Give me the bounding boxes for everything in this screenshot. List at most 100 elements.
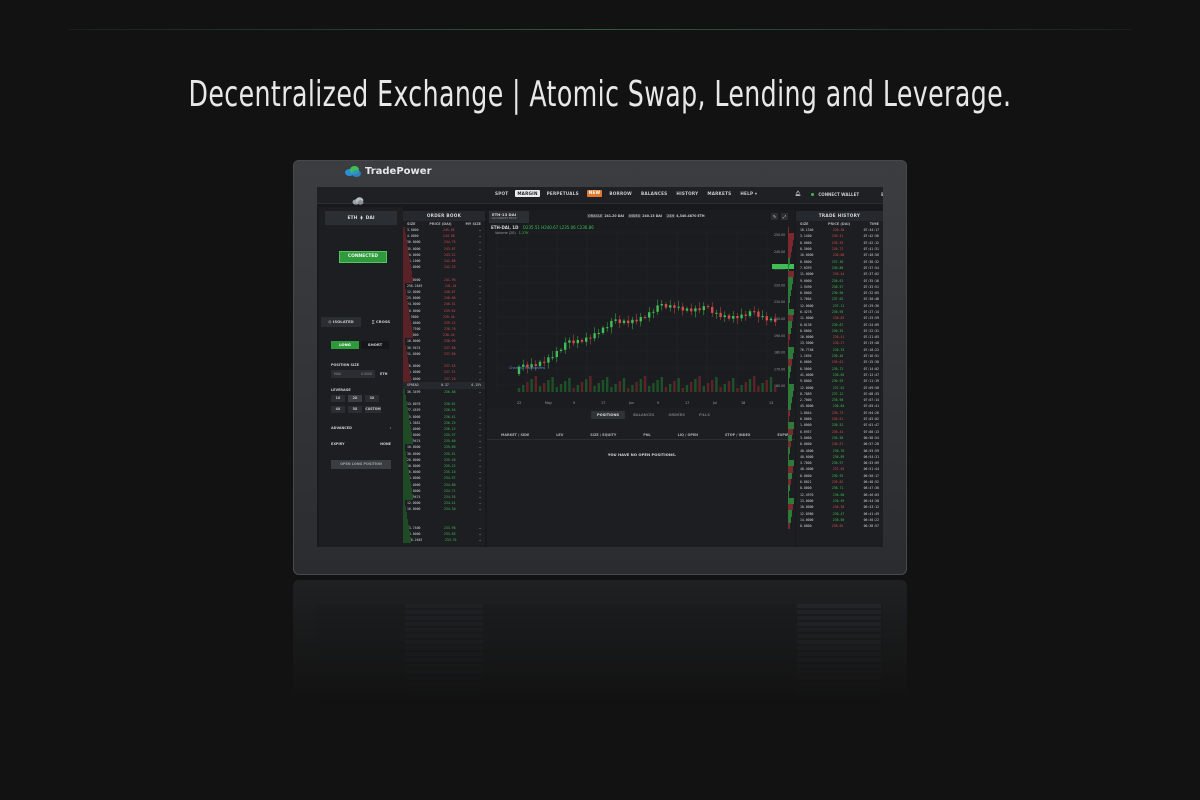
chart-legend: ETH-DAI, 1D O235.51 H240.67 L235.06 C236… (491, 225, 594, 230)
order-price: 237.88 (444, 345, 456, 350)
order-size: 10.0000 (407, 308, 421, 313)
trade-time: 07:42:56 (863, 234, 879, 239)
trade-price: 237.12 (831, 391, 844, 396)
wallet-status-dot (811, 192, 815, 196)
trade-size: 6.0000 (800, 417, 812, 422)
new-badge: NEW (586, 190, 603, 197)
trade-price: 236.71 (831, 486, 844, 491)
leverage-option-2x[interactable]: 2X (348, 395, 362, 402)
candle-body (585, 337, 588, 342)
order-my-size: — (479, 277, 481, 282)
nav-item-borrow[interactable]: BORROW (607, 190, 634, 197)
candle-body (551, 357, 554, 359)
trade-size: 13.5000 (800, 341, 814, 346)
connect-wallet-button[interactable]: CONNECT WALLET (818, 192, 859, 197)
trade-price: 237.02 (831, 297, 844, 302)
leverage-option-3x[interactable]: 3X (365, 395, 379, 402)
order-my-size: — (479, 364, 481, 369)
order-size: 10.0000 (407, 507, 421, 512)
language-selector[interactable]: EN (881, 192, 883, 197)
trade-size: 3.0000 (800, 435, 812, 440)
nav-item-help[interactable]: HELP ▾ (738, 190, 759, 197)
y-tick-label: 250.00 (774, 233, 785, 237)
leverage-option-5x[interactable]: 5X (348, 406, 362, 413)
trade-size: 13.0000 (800, 498, 814, 503)
trade-size: 14.0000 (800, 517, 814, 522)
expiry-value[interactable]: NONE (380, 442, 391, 446)
open-position-button[interactable]: OPEN LONG POSITION (331, 460, 391, 469)
tab-orders[interactable]: ORDERS (662, 411, 691, 419)
order-my-size: — (479, 259, 481, 264)
nav-item-history[interactable]: HISTORY (674, 190, 700, 197)
trade-size: 45.0000 (800, 404, 814, 409)
position-size-placeholder: MAX (334, 372, 342, 376)
trade-time: 06:50:17 (863, 473, 879, 478)
tab-positions[interactable]: POSITIONS (591, 411, 626, 419)
positions-divider (487, 439, 795, 440)
chart-panel: ETH-13 DAI DAI MARKET PRICE ORACLE 241.2… (487, 210, 795, 408)
y-tick-label: 210.00 (774, 300, 785, 304)
trade-price: 236.72 (831, 366, 844, 371)
trade-time: 07:42:12 (863, 240, 879, 245)
trade-price: 237.11 (832, 303, 845, 308)
trade-size: 8.0000 (800, 328, 812, 333)
candle-body (748, 311, 752, 316)
volume-bar (736, 388, 739, 392)
candle-body (652, 311, 655, 313)
trade-price: 236.44 (831, 429, 844, 434)
position-size-input[interactable]: MAX 0.0000 (331, 370, 375, 378)
trade-size: 10.0000 (800, 505, 814, 510)
notification-bell-icon[interactable]: 🔔︎ (795, 191, 801, 197)
order-size: 43.7400 (407, 525, 421, 530)
nav-item-balances[interactable]: BALANCES (639, 190, 669, 197)
expand-icon[interactable]: ⤢ (781, 213, 788, 220)
trade-time: 07:41:31 (863, 247, 879, 252)
leverage-option-4x[interactable]: 4X (331, 406, 345, 413)
order-my-size: — (479, 470, 481, 475)
x-tick-label: 17 (685, 401, 689, 405)
edit-icon[interactable]: ✎ (771, 213, 778, 220)
trade-size: 8.7889 (800, 391, 812, 396)
stat3-label: 24H (666, 214, 676, 218)
nav-item-margin[interactable]: MARGIN (515, 190, 540, 197)
nav-item-markets[interactable]: MARKETS (705, 190, 733, 197)
tab-isolated[interactable]: ◎ ISOLATED (321, 317, 361, 327)
tab-balances[interactable]: BALANCES (627, 411, 660, 419)
volume-bar (530, 379, 533, 392)
trade-time: 07:44:17 (863, 228, 879, 233)
page-headline: Decentralized Exchange | Atomic Swap, Le… (188, 74, 1012, 115)
tab-cross[interactable]: ∑ CROSS (361, 317, 401, 327)
trade-size: 1.0000 (800, 423, 812, 428)
spread-label: SPREAD (407, 383, 419, 388)
tradingview-watermark[interactable]: Chart by TradingView (509, 366, 545, 370)
candle-body (664, 304, 668, 308)
order-book-row[interactable]: 206.2645 233.70— (403, 537, 485, 544)
leverage-option-1x[interactable]: 1X (331, 395, 345, 402)
advanced-toggle[interactable]: ADVANCED › (331, 426, 391, 430)
trade-size: 8.0000 (800, 259, 812, 264)
reflection-row (405, 640, 483, 644)
reflection-row (405, 682, 483, 686)
long-button[interactable]: LONG (331, 341, 359, 349)
trade-size: 12.8980 (800, 511, 814, 516)
tab-fills[interactable]: FILLS (693, 411, 716, 419)
short-button[interactable]: SHORT (361, 341, 389, 349)
pair-selector[interactable]: ETH ⧫ DAI (325, 211, 397, 225)
order-my-size: — (479, 451, 481, 456)
volume-bar (589, 376, 592, 392)
trade-size: 0.0138 (800, 322, 812, 327)
trade-time: 07:40:56 (863, 253, 879, 258)
price-chart[interactable]: 250.00240.00230.00220.00210.00200.00190.… (487, 224, 795, 408)
trade-price: 236.41 (832, 335, 845, 340)
reflection-row (797, 676, 881, 680)
market-selector[interactable]: ETH-13 DAI DAI MARKET PRICE (489, 211, 529, 223)
nav-item-spot[interactable]: SPOT (493, 190, 510, 197)
order-my-size: — (479, 389, 481, 394)
trade-size: 16.0000 (800, 253, 814, 258)
order-my-size: — (479, 265, 481, 270)
trade-price: 236.97 (831, 461, 844, 466)
order-my-size: — (479, 464, 481, 469)
connected-button[interactable]: CONNECTED (339, 251, 387, 263)
nav-item-perpetuals[interactable]: PERPETUALS (545, 190, 581, 197)
leverage-option-custom[interactable]: CUSTOM (365, 406, 381, 413)
